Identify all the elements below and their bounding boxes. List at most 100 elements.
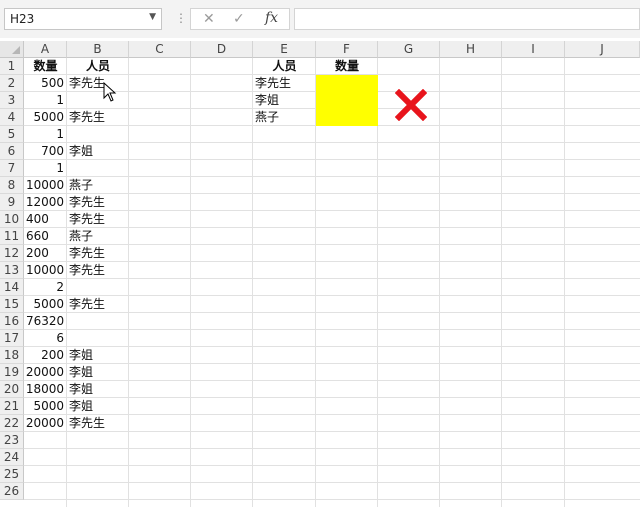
formula-input[interactable] bbox=[294, 8, 640, 30]
cell-a3[interactable]: 1 bbox=[24, 92, 67, 109]
row-header-18[interactable]: 18 bbox=[0, 347, 24, 364]
name-box-value: H23 bbox=[10, 12, 35, 26]
cell-b8[interactable]: 燕子 bbox=[67, 177, 129, 194]
column-header-g[interactable]: G bbox=[378, 41, 440, 58]
column-header-c[interactable]: C bbox=[129, 41, 191, 58]
insert-function-icon[interactable]: fx bbox=[265, 10, 278, 26]
spreadsheet-grid[interactable]: ABCDEFGHIJ 1 2 3 4 5 6 7 8 9 10 11 12 13 14 15 16 17 18 19… bbox=[0, 41, 640, 507]
row-header-10[interactable]: 10 bbox=[0, 211, 24, 228]
more-options-icon: ⋮ bbox=[175, 11, 187, 25]
row-header-21[interactable]: 21 bbox=[0, 398, 24, 415]
cell-a14[interactable]: 2 bbox=[24, 279, 67, 296]
cell-b11[interactable]: 燕子 bbox=[67, 228, 129, 245]
gridline bbox=[24, 499, 640, 500]
cell-b10[interactable]: 李先生 bbox=[67, 211, 129, 228]
cell-b5[interactable] bbox=[67, 126, 129, 143]
cell-a13[interactable]: 10000 bbox=[24, 262, 67, 279]
column-header-e[interactable]: E bbox=[253, 41, 316, 58]
cell-a17[interactable]: 6 bbox=[24, 330, 67, 347]
row-header-8[interactable]: 8 bbox=[0, 177, 24, 194]
cell-b21[interactable]: 李姐 bbox=[67, 398, 129, 415]
row-header-15[interactable]: 15 bbox=[0, 296, 24, 313]
cell-a6[interactable]: 700 bbox=[24, 143, 67, 160]
row-header-2[interactable]: 2 bbox=[0, 75, 24, 92]
cell-b13[interactable]: 李先生 bbox=[67, 262, 129, 279]
column-header-a[interactable]: A bbox=[24, 41, 67, 58]
cell-b6[interactable]: 李姐 bbox=[67, 143, 129, 160]
cell-b12[interactable]: 李先生 bbox=[67, 245, 129, 262]
column-header-h[interactable]: H bbox=[440, 41, 502, 58]
cell-e4[interactable]: 燕子 bbox=[253, 109, 316, 126]
gridline bbox=[24, 482, 640, 483]
cell-b14[interactable] bbox=[67, 279, 129, 296]
row-header-16[interactable]: 16 bbox=[0, 313, 24, 330]
row-header-13[interactable]: 13 bbox=[0, 262, 24, 279]
cell-a4[interactable]: 5000 bbox=[24, 109, 67, 126]
row-header-6[interactable]: 6 bbox=[0, 143, 24, 160]
row-header-25[interactable]: 25 bbox=[0, 466, 24, 483]
row-header-4[interactable]: 4 bbox=[0, 109, 24, 126]
cell-a9[interactable]: 12000 bbox=[24, 194, 67, 211]
cell-a8[interactable]: 10000 bbox=[24, 177, 67, 194]
cell-b9[interactable]: 李先生 bbox=[67, 194, 129, 211]
cell-a15[interactable]: 5000 bbox=[24, 296, 67, 313]
cell-b7[interactable] bbox=[67, 160, 129, 177]
column-header-b[interactable]: B bbox=[67, 41, 129, 58]
cell-a12[interactable]: 200 bbox=[24, 245, 67, 262]
cell-a11[interactable]: 660 bbox=[24, 228, 67, 245]
row-header-14[interactable]: 14 bbox=[0, 279, 24, 296]
cell-a5[interactable]: 1 bbox=[24, 126, 67, 143]
enter-icon[interactable]: ✓ bbox=[233, 11, 245, 27]
row-header-19[interactable]: 19 bbox=[0, 364, 24, 381]
column-header-d[interactable]: D bbox=[191, 41, 253, 58]
chevron-down-icon[interactable]: ▼ bbox=[149, 12, 156, 22]
column-header-j[interactable]: J bbox=[565, 41, 640, 58]
cell-a21[interactable]: 5000 bbox=[24, 398, 67, 415]
column-header-f[interactable]: F bbox=[316, 41, 378, 58]
select-all-button[interactable] bbox=[0, 41, 24, 58]
cancel-icon[interactable]: ✕ bbox=[203, 11, 215, 27]
row-header-12[interactable]: 12 bbox=[0, 245, 24, 262]
cell-b1-header[interactable]: 人员 bbox=[67, 58, 129, 75]
row-header-20[interactable]: 20 bbox=[0, 381, 24, 398]
row-header-24[interactable]: 24 bbox=[0, 449, 24, 466]
cell-b3[interactable] bbox=[67, 92, 129, 109]
highlight-range bbox=[316, 75, 378, 126]
cell-b18[interactable]: 李姐 bbox=[67, 347, 129, 364]
column-header-i[interactable]: I bbox=[502, 41, 565, 58]
name-box[interactable]: H23 ▼ bbox=[4, 8, 162, 30]
row-header-1[interactable]: 1 bbox=[0, 58, 24, 75]
cell-f1-header[interactable]: 数量 bbox=[316, 58, 378, 75]
gridline bbox=[24, 448, 640, 449]
cell-b4[interactable]: 李先生 bbox=[67, 109, 129, 126]
row-header-3[interactable]: 3 bbox=[0, 92, 24, 109]
row-header-11[interactable]: 11 bbox=[0, 228, 24, 245]
cell-e2[interactable]: 李先生 bbox=[253, 75, 316, 92]
row-header-5[interactable]: 5 bbox=[0, 126, 24, 143]
cell-b2[interactable]: 李先生 bbox=[67, 75, 129, 92]
cell-a1-header[interactable]: 数量 bbox=[24, 58, 67, 75]
cell-a10[interactable]: 400 bbox=[24, 211, 67, 228]
cell-e3[interactable]: 李姐 bbox=[253, 92, 316, 109]
cell-a22[interactable]: 20000 bbox=[24, 415, 67, 432]
cell-a2[interactable]: 500 bbox=[24, 75, 67, 92]
cell-a20[interactable]: 18000 bbox=[24, 381, 67, 398]
cell-b19[interactable]: 李姐 bbox=[67, 364, 129, 381]
cell-b15[interactable]: 李先生 bbox=[67, 296, 129, 313]
row-header-7[interactable]: 7 bbox=[0, 160, 24, 177]
row-header-17[interactable]: 17 bbox=[0, 330, 24, 347]
cell-b20[interactable]: 李姐 bbox=[67, 381, 129, 398]
cell-a7[interactable]: 1 bbox=[24, 160, 67, 177]
row-header-23[interactable]: 23 bbox=[0, 432, 24, 449]
cell-e1-header[interactable]: 人员 bbox=[253, 58, 316, 75]
row-header-26[interactable]: 26 bbox=[0, 483, 24, 500]
cell-a19[interactable]: 20000 bbox=[24, 364, 67, 381]
row-header-9[interactable]: 9 bbox=[0, 194, 24, 211]
cell-b22[interactable]: 李先生 bbox=[67, 415, 129, 432]
row-header-22[interactable]: 22 bbox=[0, 415, 24, 432]
cell-b17[interactable] bbox=[67, 330, 129, 347]
cell-b16[interactable] bbox=[67, 313, 129, 330]
red-x-icon bbox=[395, 89, 427, 121]
cell-a18[interactable]: 200 bbox=[24, 347, 67, 364]
cell-a16[interactable]: 76320 bbox=[24, 313, 67, 330]
